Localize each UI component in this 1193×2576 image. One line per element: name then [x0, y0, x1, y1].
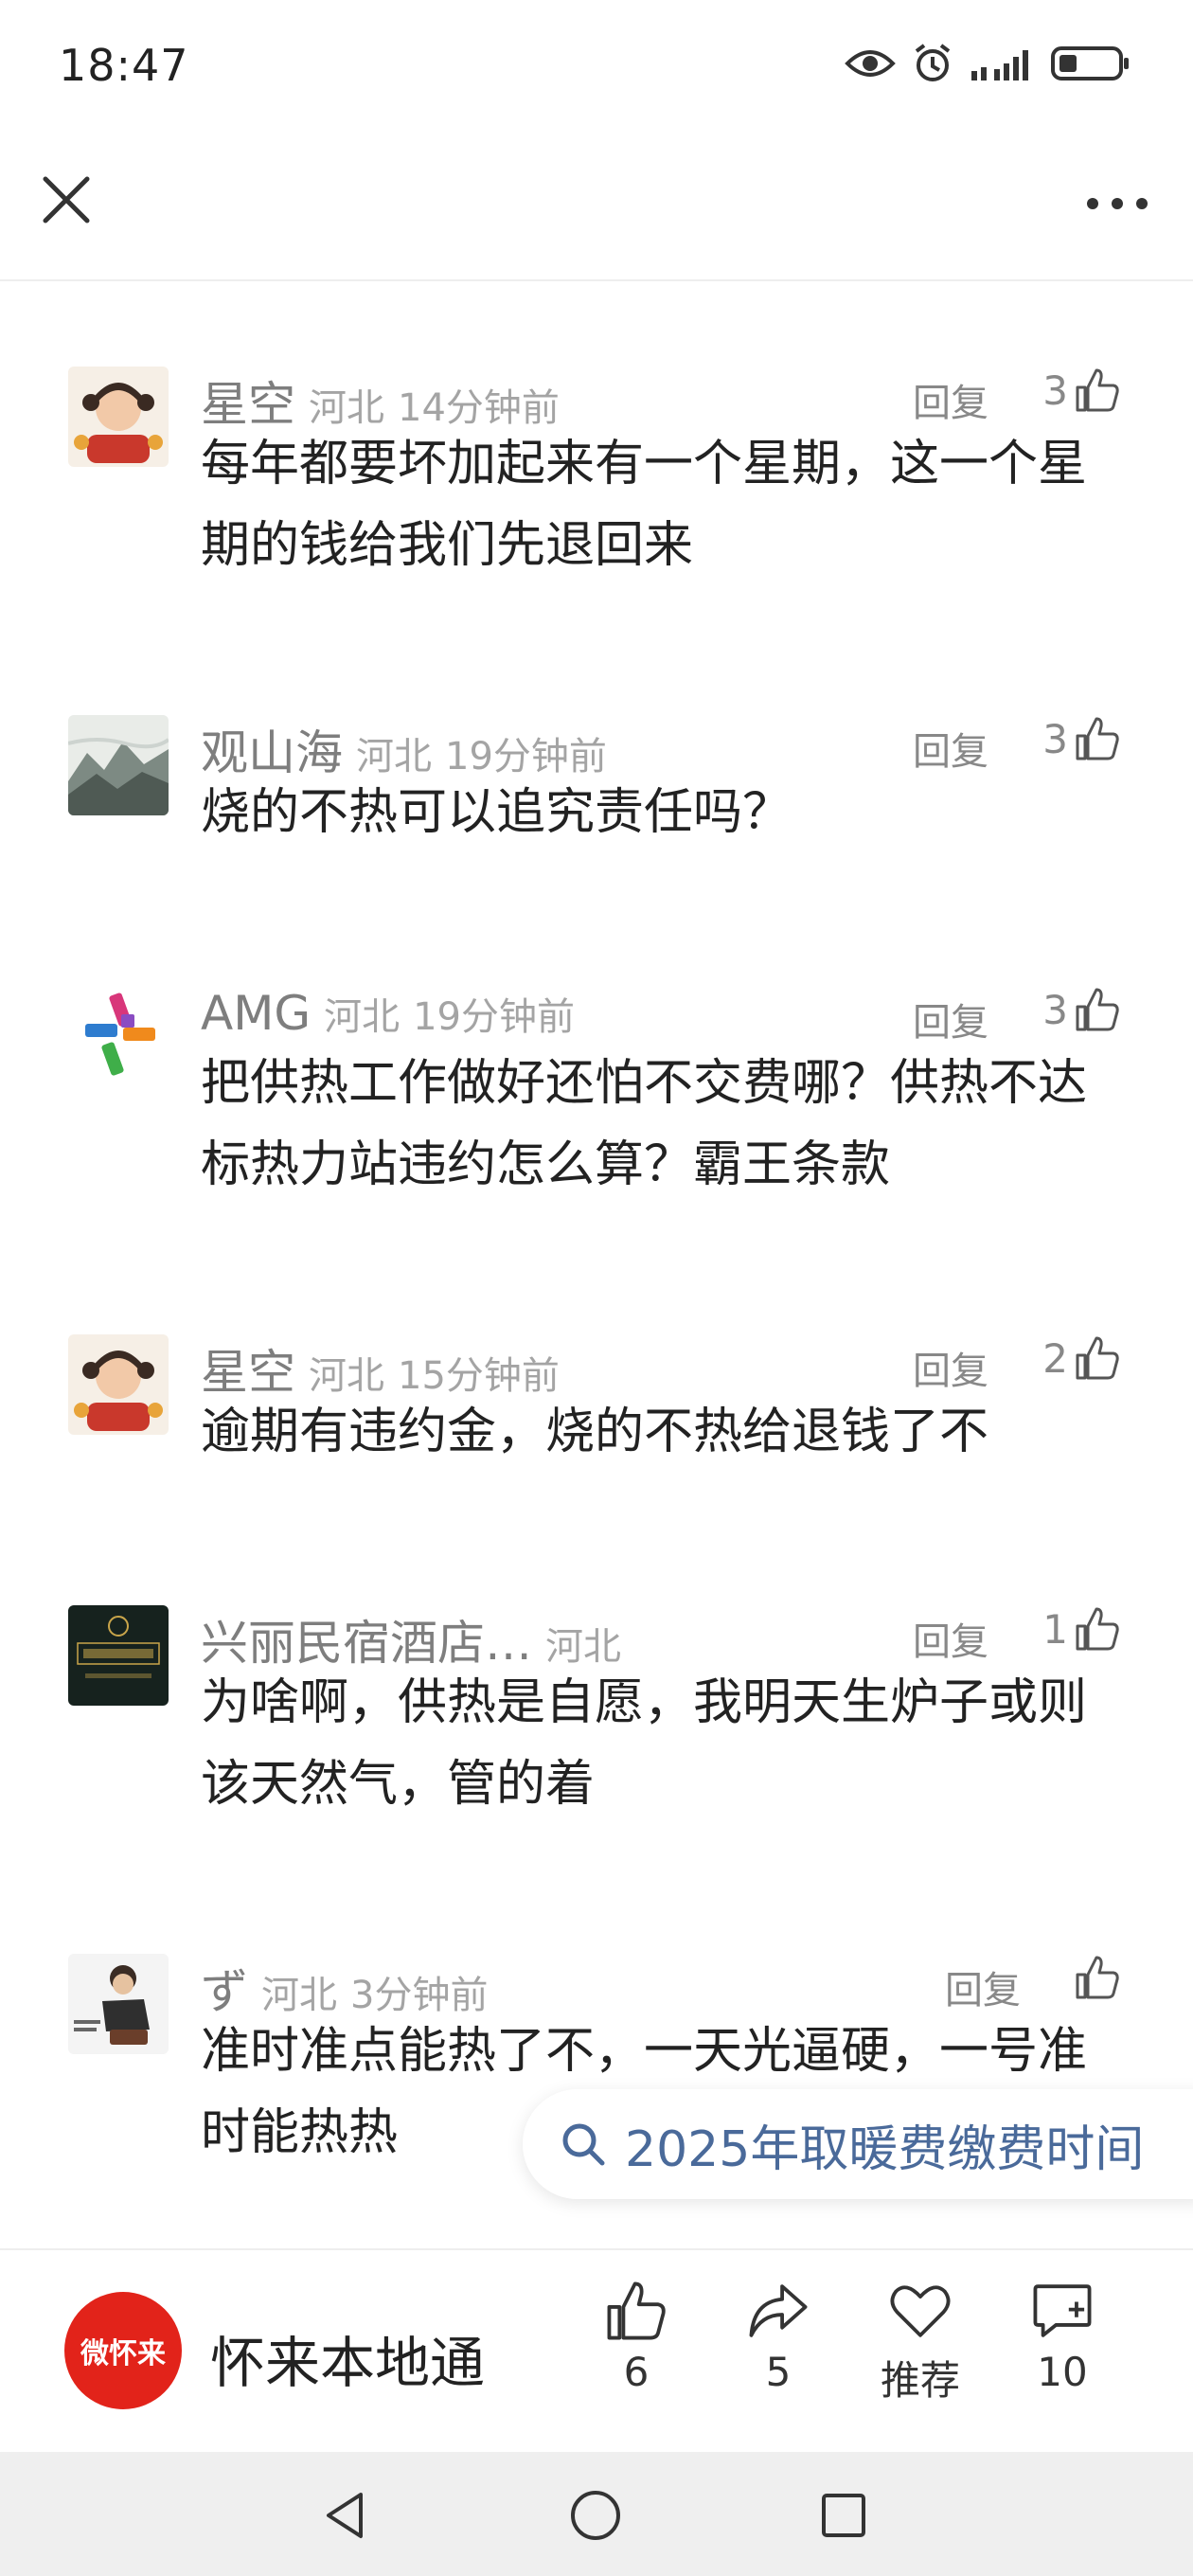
recents-button[interactable]	[810, 2482, 877, 2549]
comment-list: 星空 河北 14分钟前 回复 3 每年都要坏加起来有一个星期，这一个星期的钱给我们先…	[0, 281, 1193, 2251]
account-logo[interactable]: 微怀来	[64, 2292, 182, 2409]
avatar[interactable]	[68, 986, 169, 1086]
home-icon	[571, 2491, 620, 2540]
like-count: 2	[1042, 1334, 1068, 1382]
comment-location: 河北	[324, 995, 401, 1039]
comment-text: 为啥啊，供热是自愿，我明天生炉子或则该天然气，管的着	[201, 1674, 1088, 1813]
author-name[interactable]: AMG	[201, 986, 311, 1041]
avatar[interactable]	[68, 367, 169, 467]
thumbs-up-icon	[1076, 988, 1119, 1031]
recents-icon	[822, 2494, 865, 2537]
like-button[interactable]: 3	[1042, 715, 1121, 762]
reply-button[interactable]: 回复	[913, 372, 988, 427]
eye-icon	[845, 50, 896, 77]
like-button[interactable]: 1	[1042, 1605, 1121, 1653]
share-action[interactable]: 5	[721, 2279, 835, 2395]
share-icon	[749, 2284, 808, 2337]
reply-button[interactable]: 回复	[913, 1340, 988, 1395]
thumbs-up-icon	[1076, 717, 1119, 760]
like-button[interactable]	[1068, 1954, 1121, 2001]
account-name[interactable]: 怀来本地通	[210, 2318, 485, 2398]
search-suggestion[interactable]: 2025年取暖费缴费时间	[523, 2089, 1193, 2199]
like-count: 3	[1042, 986, 1068, 1033]
more-icon	[1087, 198, 1148, 209]
comment-count: 10	[1037, 2349, 1088, 2395]
comment-text: 逾期有违约金，烧的不热给退钱了不	[201, 1404, 989, 1460]
account-logo-text: 微怀来	[80, 2337, 166, 2370]
avatar[interactable]	[68, 715, 169, 815]
like-count: 3	[1042, 715, 1068, 762]
thumbs-up-icon	[1076, 1956, 1119, 1999]
comment-action[interactable]: 10	[1006, 2279, 1119, 2395]
thumbs-up-icon	[1076, 1336, 1119, 1380]
home-button[interactable]	[562, 2482, 629, 2549]
recommend-label: 推荐	[880, 2357, 960, 2404]
thumbs-up-icon	[1076, 368, 1119, 412]
like-action[interactable]: 6	[579, 2279, 693, 2395]
bottom-action-bar: 微怀来 怀来本地通 6 5 推荐 10	[0, 2248, 1193, 2452]
like-button[interactable]: 3	[1042, 986, 1121, 1033]
status-bar: 18:47	[0, 0, 1193, 137]
back-icon	[327, 2493, 363, 2538]
more-button[interactable]	[1079, 175, 1155, 232]
heart-icon	[890, 2285, 951, 2337]
thumbs-up-icon	[1076, 1607, 1119, 1651]
comment-time: 19分钟前	[413, 995, 575, 1039]
back-button[interactable]	[312, 2482, 379, 2549]
avatar[interactable]	[68, 1605, 169, 1706]
reply-button[interactable]: 回复	[913, 1611, 988, 1666]
signal-icon	[971, 50, 1028, 80]
like-count: 3	[1042, 367, 1068, 414]
top-nav	[0, 137, 1193, 281]
comment-text: 把供热工作做好还怕不交费哪？供热不达标热力站违约怎么算？霸王条款	[201, 1055, 1088, 1193]
close-icon	[43, 176, 90, 224]
avatar[interactable]	[68, 1334, 169, 1435]
like-button[interactable]: 2	[1042, 1334, 1121, 1382]
alarm-icon	[915, 44, 951, 81]
like-count: 6	[623, 2349, 650, 2395]
battery-icon	[1051, 46, 1129, 80]
system-nav-bar	[0, 2452, 1193, 2576]
reply-button[interactable]: 回复	[945, 1959, 1021, 2014]
comment-icon	[1033, 2284, 1092, 2337]
thumbs-up-icon	[607, 2281, 666, 2340]
avatar[interactable]	[68, 1954, 169, 2054]
close-button[interactable]	[38, 171, 95, 228]
status-time: 18:47	[59, 40, 189, 91]
comment-author: AMG 河北 19分钟前	[201, 986, 575, 1041]
reply-button[interactable]: 回复	[913, 992, 988, 1046]
comment-text: 烧的不热可以追究责任吗？	[201, 784, 792, 841]
status-icons	[845, 42, 1131, 85]
comment-text: 每年都要坏加起来有一个星期，这一个星期的钱给我们先退回来	[201, 436, 1088, 574]
search-suggestion-text: 2025年取暖费缴费时间	[625, 2120, 1145, 2178]
search-icon	[562, 2123, 605, 2166]
like-button[interactable]: 3	[1042, 367, 1121, 414]
share-count: 5	[765, 2349, 792, 2395]
like-count: 1	[1042, 1605, 1068, 1653]
recommend-action[interactable]: 推荐	[864, 2279, 977, 2406]
reply-button[interactable]: 回复	[913, 721, 988, 776]
